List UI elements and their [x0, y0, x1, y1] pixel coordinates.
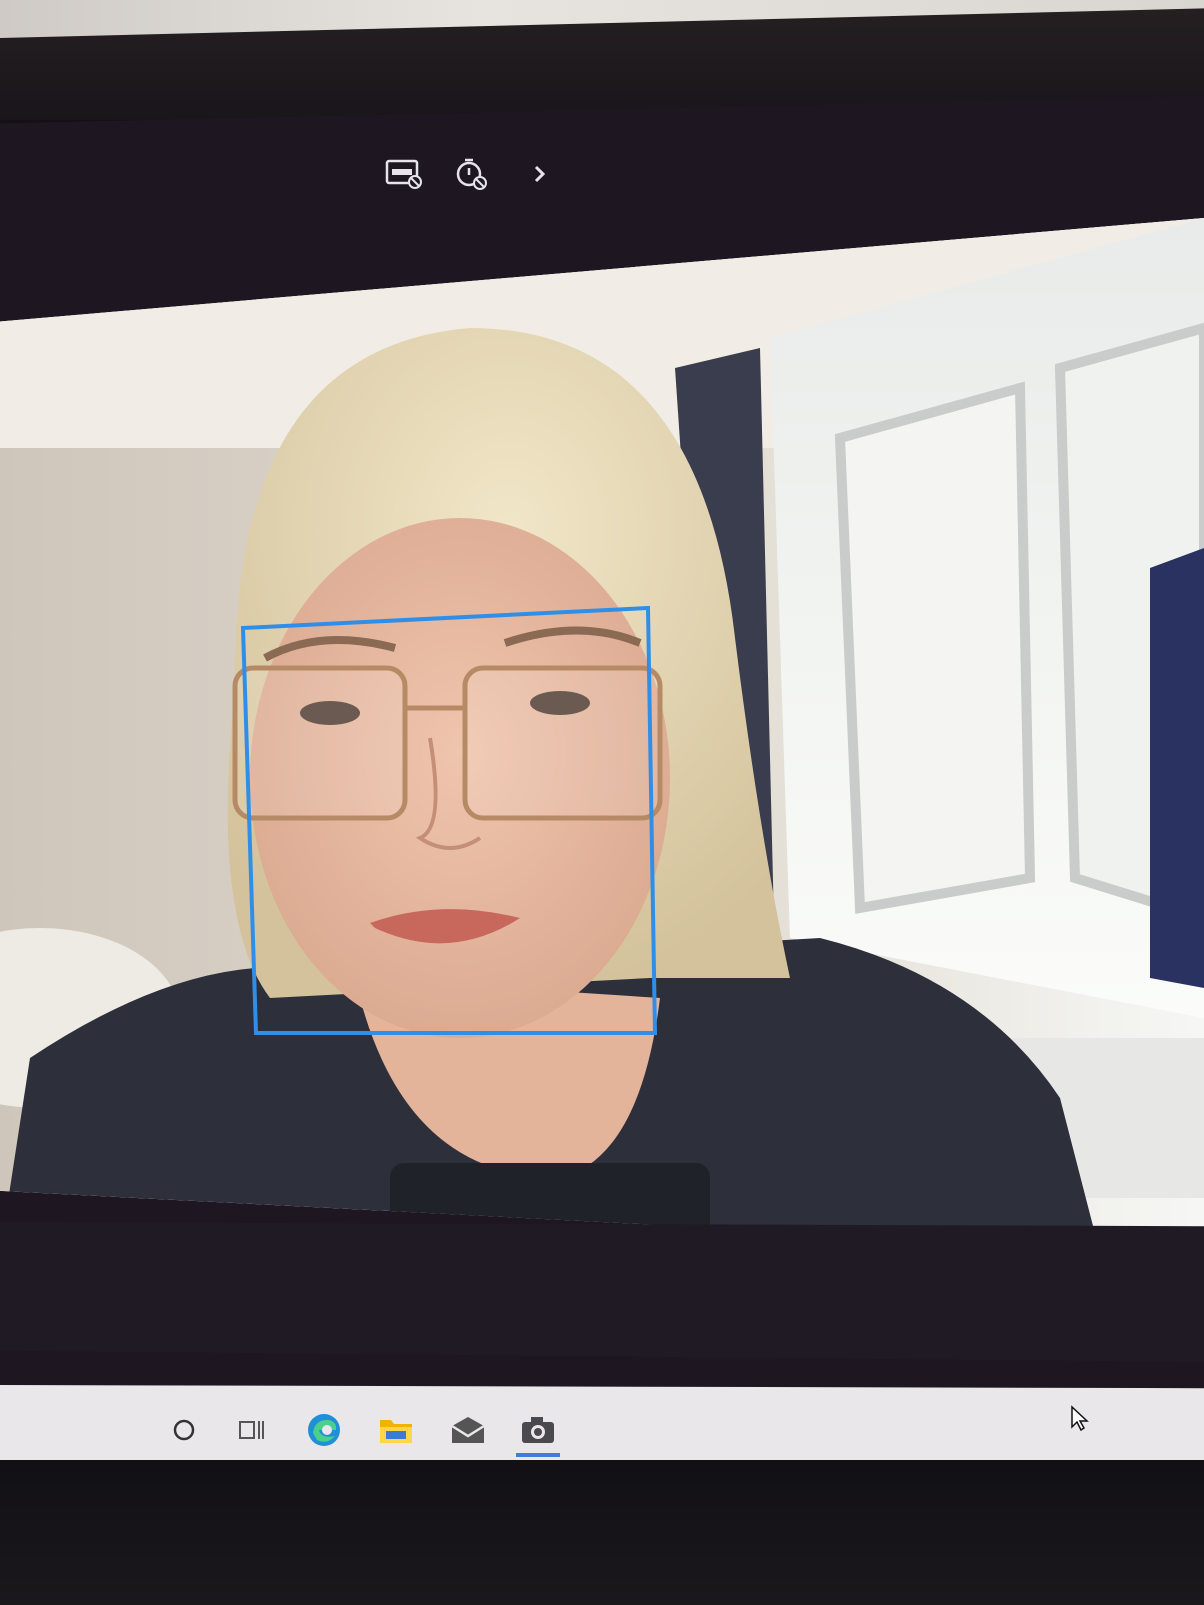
cortana-circle-icon: [173, 1419, 195, 1441]
mail-icon: [451, 1417, 485, 1443]
chevron-right-icon: [534, 165, 546, 183]
photo-timer-off-icon: [456, 158, 487, 190]
task-view-button[interactable]: [226, 1405, 278, 1455]
camera-icon: [522, 1417, 554, 1443]
mouse-cursor: [1070, 1405, 1090, 1435]
camera-preview: [0, 218, 1204, 1253]
hdr-toggle-button[interactable]: [380, 150, 428, 198]
cursor-arrow-icon: [1071, 1405, 1089, 1432]
camera-toolbar: [380, 150, 580, 210]
file-explorer-icon: [380, 1420, 412, 1443]
preview-image: [0, 218, 1204, 1253]
camera-bottom-bar: [0, 1222, 1204, 1362]
monitor-bezel-bottom: [0, 1460, 1204, 1605]
task-view-icon: [239, 1421, 264, 1439]
camera-taskbar-button[interactable]: [512, 1405, 564, 1457]
edge-icon: [308, 1414, 340, 1446]
cortana-button[interactable]: [158, 1405, 210, 1455]
photo-timer-button[interactable]: [448, 150, 496, 198]
mail-taskbar-button[interactable]: [442, 1405, 494, 1455]
hdr-off-icon: [385, 159, 422, 189]
windows-taskbar: [0, 1385, 1204, 1465]
more-options-button[interactable]: [516, 150, 564, 198]
edge-taskbar-button[interactable]: [298, 1405, 350, 1455]
file-explorer-taskbar-button[interactable]: [370, 1405, 422, 1455]
